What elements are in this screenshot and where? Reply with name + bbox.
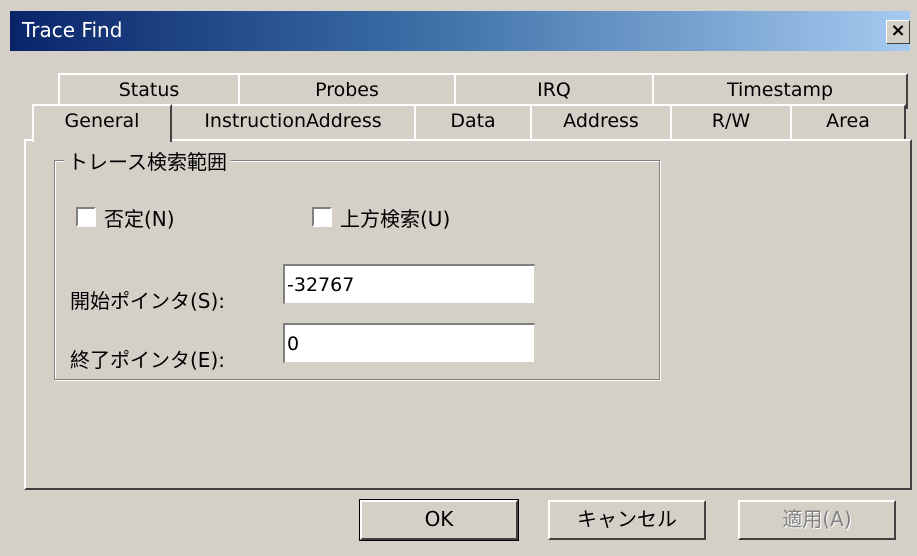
- trace-find-dialog: Trace Find × Status Probes IRQ Timestamp…: [0, 0, 917, 556]
- tab-area[interactable]: Area: [790, 104, 906, 140]
- negate-checkbox[interactable]: [76, 207, 96, 227]
- end-pointer-input[interactable]: [283, 323, 535, 363]
- tab-instruction-address[interactable]: InstructionAddress: [170, 104, 416, 140]
- search-up-label[interactable]: 上方検索(U): [340, 203, 450, 232]
- tab-rw[interactable]: R/W: [670, 104, 792, 140]
- cancel-button[interactable]: キャンセル: [548, 500, 706, 540]
- search-up-checkbox[interactable]: [312, 207, 332, 227]
- negate-label[interactable]: 否定(N): [104, 203, 175, 232]
- end-pointer-label: 終了ポインタ(E):: [70, 348, 225, 372]
- apply-button[interactable]: 適用(A): [738, 500, 896, 540]
- tab-address[interactable]: Address: [530, 104, 672, 140]
- title-bar: Trace Find: [10, 11, 910, 51]
- tab-general[interactable]: General: [32, 104, 172, 142]
- start-pointer-label: 開始ポインタ(S):: [70, 289, 226, 313]
- group-title: トレース検索範囲: [64, 146, 231, 175]
- window-title: Trace Find: [22, 18, 123, 42]
- tab-data[interactable]: Data: [414, 104, 532, 140]
- start-pointer-input[interactable]: [283, 264, 535, 304]
- close-button[interactable]: ×: [886, 20, 910, 44]
- ok-button[interactable]: OK: [359, 499, 519, 541]
